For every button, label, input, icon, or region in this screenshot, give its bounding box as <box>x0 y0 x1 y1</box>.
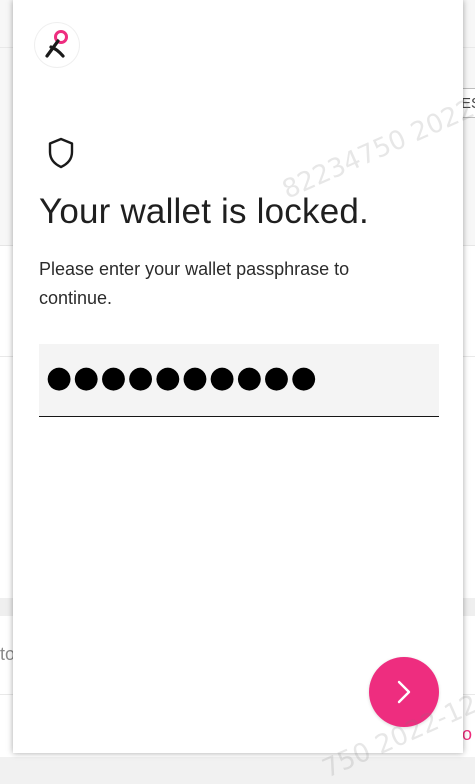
passphrase-input[interactable] <box>39 344 439 416</box>
app-logo-icon <box>45 30 68 58</box>
app-logo <box>35 23 79 67</box>
page-title: Your wallet is locked. <box>39 192 369 231</box>
shield-icon <box>48 137 74 169</box>
next-button[interactable] <box>369 657 439 727</box>
passphrase-field[interactable]: ●●●●●●●●●● <box>39 344 439 417</box>
chevron-right-icon <box>397 680 411 704</box>
wallet-popup: Your wallet is locked. Please enter your… <box>13 0 463 753</box>
background-box-text: ES <box>461 95 475 112</box>
page-subtitle: Please enter your wallet passphrase to c… <box>39 259 350 308</box>
background-right-text: o <box>462 724 473 744</box>
